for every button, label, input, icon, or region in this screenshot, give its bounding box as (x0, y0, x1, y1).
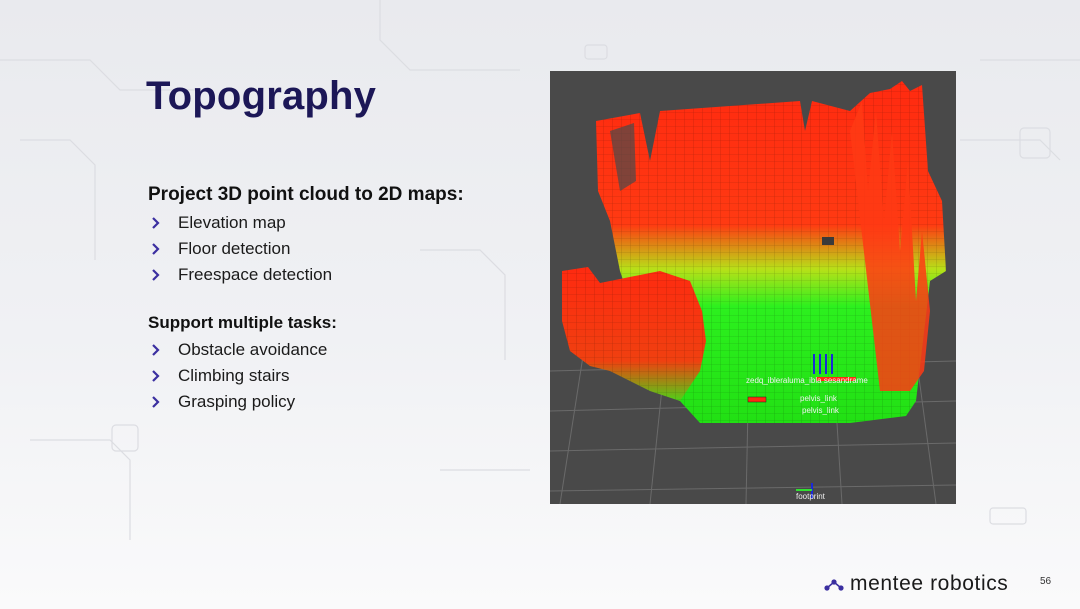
chevron-right-icon (152, 269, 160, 281)
list-item-label: Floor detection (178, 239, 291, 258)
tasks-heading: Support multiple tasks: (148, 313, 337, 332)
projection-list: Elevation map Floor detection Freespace … (148, 210, 528, 288)
list-item: Obstacle avoidance (148, 337, 528, 363)
list-item-label: Grasping policy (178, 392, 296, 411)
list-item: Climbing stairs (148, 363, 528, 389)
svg-text:zedq_ibleraluma_ibla sesandram: zedq_ibleraluma_ibla sesandrame (746, 376, 868, 385)
chevron-right-icon (152, 396, 160, 408)
elevation-surface (562, 81, 946, 423)
chevron-right-icon (152, 370, 160, 382)
list-item: Floor detection (148, 236, 528, 262)
list-item: Elevation map (148, 210, 528, 236)
brand-logo: mentee robotics (824, 570, 1008, 598)
elevation-map-visualization: zedq_ibleraluma_ibla sesandrame pelvis_l… (550, 71, 956, 504)
brand-name: mentee robotics (850, 572, 1009, 595)
list-item: Freespace detection (148, 262, 528, 288)
mentee-logo-icon (824, 579, 844, 591)
page-number: 56 (1040, 576, 1052, 587)
robot-frame-markers: zedq_ibleraluma_ibla sesandrame pelvis_l… (746, 354, 868, 501)
frame-label: pelvis_link (802, 406, 840, 415)
tasks-section: Support multiple tasks: Obstacle avoidan… (148, 313, 528, 415)
list-item-label: Obstacle avoidance (178, 340, 328, 359)
elevation-map-image: zedq_ibleraluma_ibla sesandrame pelvis_l… (550, 81, 956, 504)
projection-section: Project 3D point cloud to 2D maps: Eleva… (148, 184, 528, 288)
list-item-label: Elevation map (178, 213, 286, 232)
frame-label: pelvis_link (800, 394, 838, 403)
slide-title: Topography (146, 74, 377, 118)
projection-heading: Project 3D point cloud to 2D maps: (148, 184, 464, 205)
chevron-right-icon (152, 243, 160, 255)
chevron-right-icon (152, 344, 160, 356)
list-item-label: Climbing stairs (178, 366, 290, 385)
tasks-list: Obstacle avoidance Climbing stairs Grasp… (148, 337, 528, 415)
chevron-right-icon (152, 217, 160, 229)
list-item-label: Freespace detection (178, 265, 333, 284)
list-item: Grasping policy (148, 389, 528, 415)
frame-label: footprint (796, 492, 826, 501)
